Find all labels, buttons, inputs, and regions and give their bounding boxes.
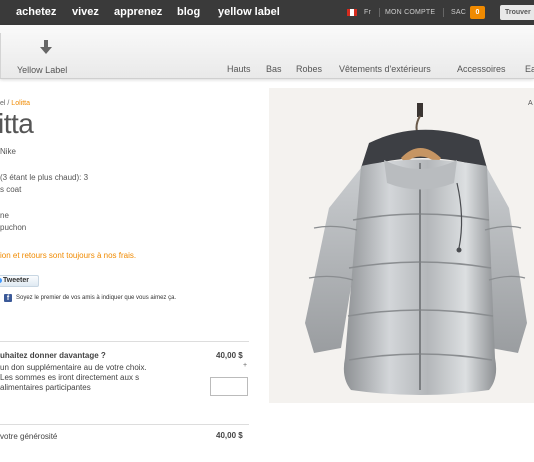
category-accessoires[interactable]: Accessoires — [457, 64, 506, 74]
product-warmth: (3 étant le plus chaud): 3 — [0, 173, 89, 182]
account-link[interactable]: MON COMPTE — [385, 9, 435, 16]
divider — [0, 341, 249, 342]
silver-puffer-jacket-image — [305, 103, 527, 395]
category-more[interactable]: Ea — [525, 64, 534, 74]
donation-description: un don supplémentaire au de votre choix.… — [0, 363, 147, 392]
tweet-label: Tweeter — [3, 277, 29, 284]
category-hauts[interactable]: Hauts — [227, 64, 251, 74]
search-button[interactable]: Trouver — [500, 5, 534, 20]
facebook-like-text: Soyez le premier de vos amis à indiquer … — [16, 295, 177, 301]
donation-plus: + — [243, 362, 248, 369]
canada-flag-icon[interactable] — [347, 9, 357, 16]
nav-link-yellow-label[interactable]: yellow label — [218, 6, 280, 18]
divider — [0, 33, 1, 78]
generosity-value: 40,00 $ — [216, 431, 243, 440]
generosity-label: votre générosité — [0, 432, 58, 441]
nav-link-vivez[interactable]: vivez — [72, 6, 99, 18]
facebook-icon[interactable]: f — [4, 294, 12, 302]
tweet-button[interactable]: Tweeter — [0, 275, 39, 287]
arrow-down-icon[interactable] — [39, 40, 53, 56]
category-bas[interactable]: Bas — [266, 64, 282, 74]
donation-title: uhaitez donner davantage ? — [0, 351, 106, 360]
product-feature: puchon — [0, 223, 27, 232]
breadcrumb-current[interactable]: Lolitta — [11, 100, 30, 107]
bag-link[interactable]: SAC — [451, 9, 466, 16]
category-robes[interactable]: Robes — [296, 64, 322, 74]
bag-count-badge[interactable]: 0 — [470, 6, 485, 19]
zoom-label: A — [528, 100, 533, 107]
product-image[interactable] — [269, 88, 534, 403]
category-outerwear[interactable]: Vêtements d'extérieurs — [339, 64, 431, 74]
yellow-label-link[interactable]: Yellow Label — [17, 65, 67, 75]
product-feature: ne — [0, 211, 9, 220]
donation-price: 40,00 $ — [216, 351, 243, 360]
shipping-note: ion et retours sont toujours à nos frais… — [0, 251, 137, 260]
separator — [443, 8, 444, 17]
breadcrumb: el / Lolitta — [0, 100, 30, 107]
product-title: itta — [0, 108, 34, 139]
twitter-bird-icon — [0, 278, 2, 283]
nav-link-apprenez[interactable]: apprenez — [114, 6, 162, 18]
language-link[interactable]: Fr — [364, 9, 371, 16]
separator — [379, 8, 380, 17]
product-type: s coat — [0, 185, 22, 194]
nav-link-blog[interactable]: blog — [177, 6, 200, 18]
product-brand: Nike — [0, 147, 17, 156]
divider — [0, 424, 249, 425]
breadcrumb-parent[interactable]: el / — [0, 100, 9, 107]
donation-amount-input[interactable] — [210, 377, 248, 396]
nav-link-achetez[interactable]: achetez — [16, 6, 56, 18]
